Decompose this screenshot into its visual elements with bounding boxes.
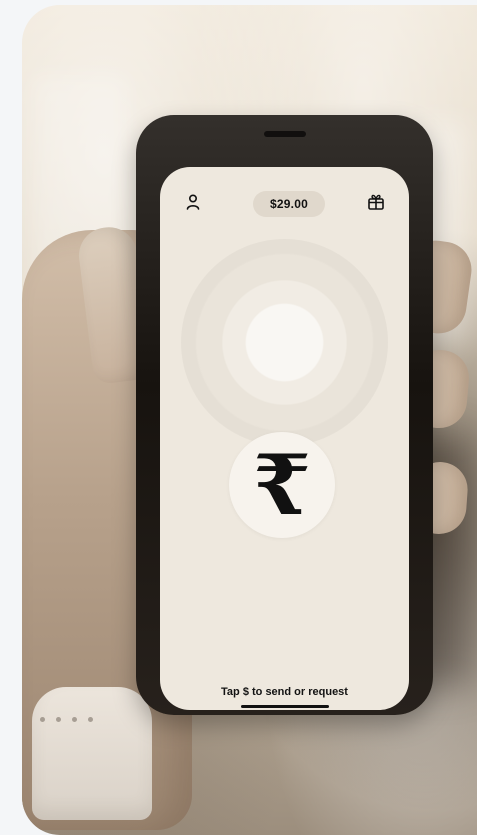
phone-speaker [264, 131, 306, 137]
hint-text: Tap $ to send or request [221, 686, 348, 698]
watch-band [32, 687, 152, 820]
profile-icon[interactable] [184, 193, 202, 211]
watch-band-hole [88, 717, 93, 722]
top-bar: $29.00 [160, 167, 409, 223]
watch-band-hole [40, 717, 45, 722]
home-indicator[interactable] [241, 705, 329, 708]
watch-band-hole [56, 717, 61, 722]
currency-button[interactable]: ₹ [229, 432, 335, 538]
phone: $29.00 ₹ Tap $ to send or request [136, 115, 433, 715]
pulse-rings [181, 239, 388, 446]
photo-frame: $29.00 ₹ Tap $ to send or request [22, 5, 477, 835]
watch-band-hole [72, 717, 77, 722]
gift-icon[interactable] [366, 192, 386, 212]
phone-screen: $29.00 ₹ Tap $ to send or request [160, 167, 409, 710]
balance-pill[interactable]: $29.00 [253, 191, 325, 217]
